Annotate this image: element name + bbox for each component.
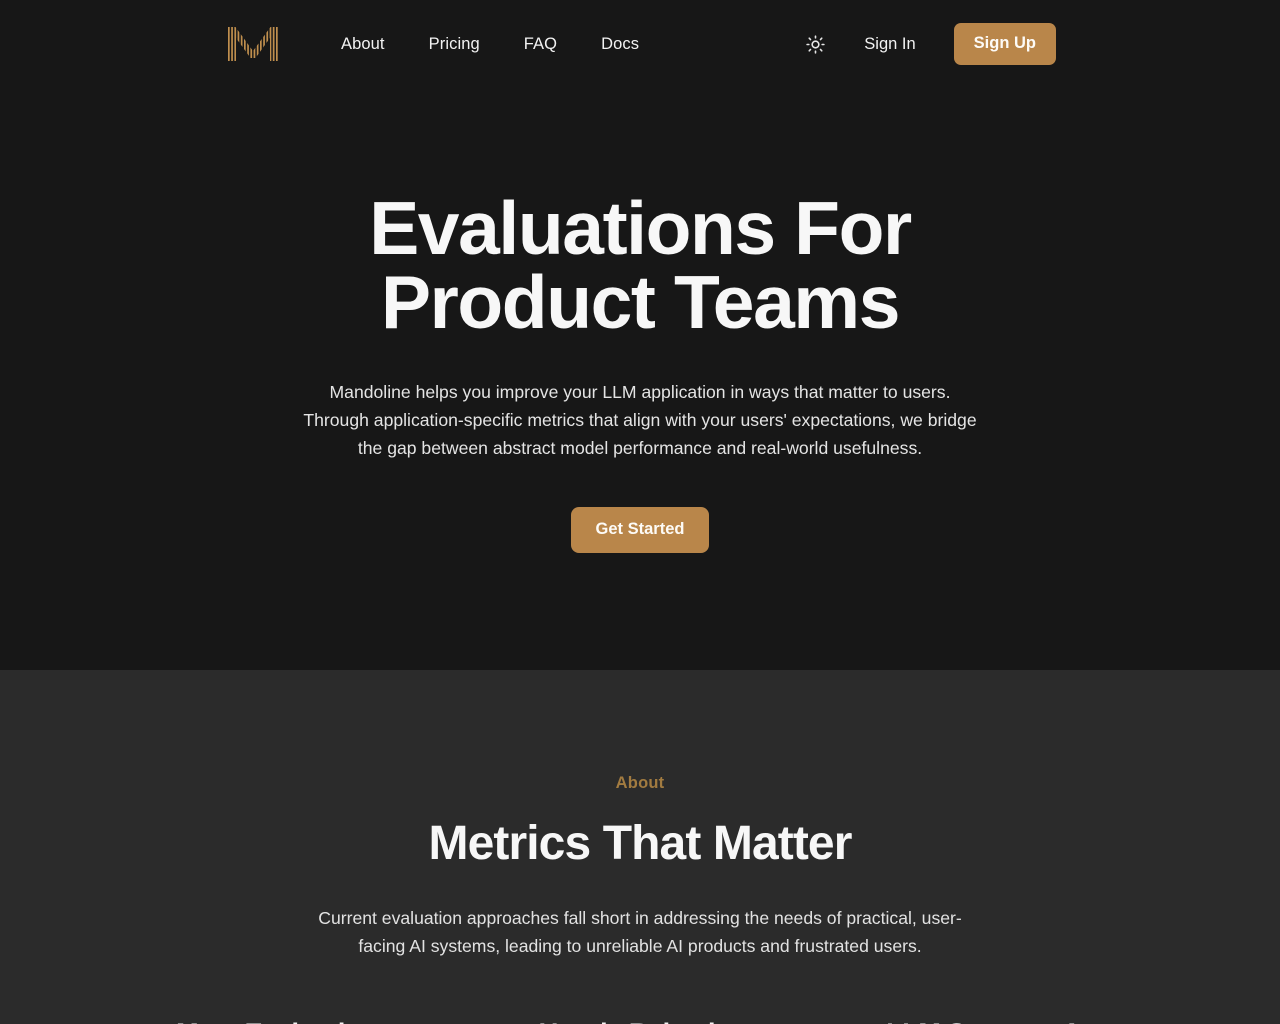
about-title: Metrics That Matter: [428, 817, 853, 870]
about-columns: Most Evaluations Unruly Behavior LLM Sys…: [0, 1016, 1280, 1024]
hero-subtitle: Mandoline helps you improve your LLM app…: [303, 382, 977, 458]
get-started-button[interactable]: Get Started: [570, 507, 710, 553]
about-column-1: Most Evaluations: [128, 1016, 440, 1024]
main-nav: About Pricing FAQ Docs: [319, 29, 661, 60]
nav-link-docs[interactable]: Docs: [579, 29, 661, 60]
about-eyebrow: About: [615, 774, 665, 792]
sign-in-link[interactable]: Sign In: [854, 29, 925, 60]
landing-page: About Pricing FAQ Docs Sign In Sign Up E…: [0, 0, 1280, 1024]
about-column-title: LLM Systems Are: [840, 1016, 1152, 1024]
nav-link-about[interactable]: About: [319, 29, 407, 60]
about-section: About Metrics That Matter Current evalua…: [0, 670, 1280, 1024]
site-header: About Pricing FAQ Docs Sign In Sign Up: [0, 0, 1280, 88]
about-column-2: Unruly Behavior: [484, 1016, 796, 1024]
about-column-3: LLM Systems Are: [840, 1016, 1152, 1024]
about-column-title: Unruly Behavior: [484, 1016, 796, 1024]
header-actions: Sign In Sign Up: [798, 23, 1056, 65]
nav-link-pricing[interactable]: Pricing: [407, 29, 502, 60]
nav-link-faq[interactable]: FAQ: [502, 29, 579, 60]
theme-toggle-button[interactable]: [798, 27, 832, 61]
hero-title-line-2: Product Teams: [380, 260, 900, 344]
page-title: Evaluations For Product Teams: [369, 191, 912, 340]
hero-cta-wrapper: Get Started: [570, 507, 710, 553]
hero-title-line-1: Evaluations For: [369, 186, 912, 270]
hero-section: Evaluations For Product Teams Mandoline …: [0, 88, 1280, 670]
about-subtitle: Current evaluation approaches fall short…: [318, 908, 962, 956]
sun-icon: [806, 34, 825, 54]
mandoline-m-logo-icon: [228, 27, 278, 61]
about-column-title: Most Evaluations: [128, 1016, 440, 1024]
sign-up-button[interactable]: Sign Up: [953, 23, 1056, 65]
logo-link[interactable]: [228, 27, 278, 61]
